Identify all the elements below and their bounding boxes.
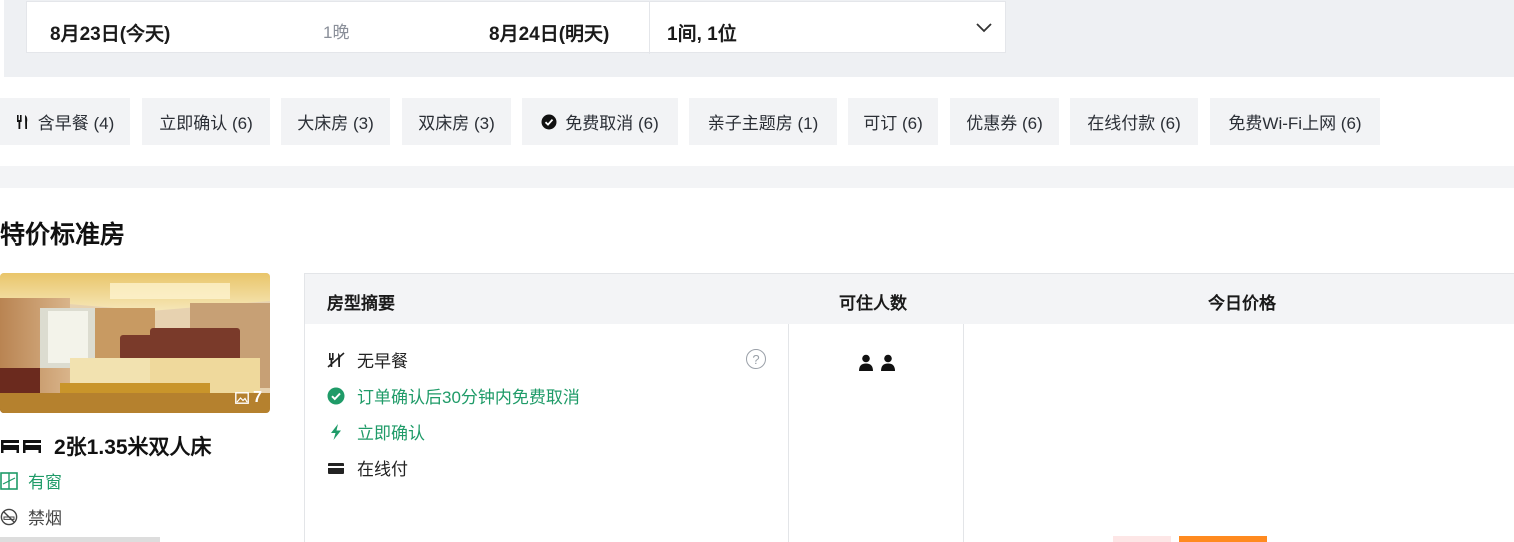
column-divider — [788, 324, 789, 542]
photo-count: 7 — [253, 389, 262, 406]
person-icon — [859, 354, 873, 371]
filter-chip-breakfast[interactable]: 含早餐 (4) — [0, 98, 130, 145]
check-circle-icon — [327, 387, 345, 404]
filter-chip-free-wifi[interactable]: 免费Wi-Fi上网 (6) — [1210, 98, 1380, 145]
header-occupancy: 可住人数 — [839, 294, 907, 313]
filter-chip-twin-bed[interactable]: 双床房 (3) — [402, 98, 511, 145]
table-header: 房型摘要 可住人数 今日价格 — [305, 274, 1514, 324]
bed-info: 2张1.35米双人床 — [0, 431, 212, 461]
check-circle-icon — [541, 114, 557, 129]
no-smoking-icon — [0, 508, 18, 525]
no-breakfast-icon — [327, 351, 345, 368]
divider — [649, 2, 650, 54]
occupancy-icons — [858, 354, 896, 372]
search-box: 8月23日(今天) 1晚 8月24日(明天) 1间, 1位 — [26, 1, 1006, 54]
room-photo-image — [0, 273, 270, 413]
filter-chip-label: 免费Wi-Fi上网 (6) — [1228, 114, 1362, 133]
room-type-title: 特价标准房 — [0, 221, 126, 249]
filter-chip-available[interactable]: 可订 (6) — [848, 98, 938, 145]
rate-table: 房型摘要 可住人数 今日价格 无早餐 ? 订单确认后30分钟内免费取消 立即确认 — [304, 273, 1514, 542]
smoking-info: 禁烟 — [0, 504, 62, 529]
nights-count: 1晚 — [323, 23, 350, 42]
filter-chip-label: 在线付款 (6) — [1087, 114, 1181, 133]
chevron-down-icon[interactable] — [973, 16, 995, 38]
filter-chip-label: 立即确认 (6) — [159, 114, 253, 133]
section-divider — [0, 166, 1514, 188]
feature-no-breakfast: 无早餐 — [327, 347, 408, 372]
feature-label: 在线付 — [357, 460, 408, 479]
filter-chip-free-cancel[interactable]: 免费取消 (6) — [522, 98, 678, 145]
filter-chip-king-bed[interactable]: 大床房 (3) — [281, 98, 390, 145]
column-divider — [963, 324, 964, 542]
filter-chip-label: 双床房 (3) — [418, 114, 495, 133]
feature-label: 立即确认 — [357, 424, 425, 443]
smoking-label: 禁烟 — [28, 509, 62, 528]
window-label: 有窗 — [28, 473, 62, 492]
filter-chip-label: 大床房 (3) — [297, 114, 374, 133]
card-icon — [328, 462, 344, 474]
filter-chip-family-room[interactable]: 亲子主题房 (1) — [689, 98, 837, 145]
room-photo[interactable]: 7 — [0, 273, 270, 413]
fork-knife-icon — [16, 114, 27, 129]
window-icon — [0, 471, 18, 490]
promo-tag — [1179, 536, 1267, 542]
window-info: 有窗 — [0, 468, 62, 493]
rooms-guests-selector[interactable]: 1间, 1位 — [667, 19, 737, 46]
person-icon — [881, 354, 895, 371]
bed-label: 2张1.35米双人床 — [54, 436, 212, 459]
feature-label: 无早餐 — [357, 352, 408, 371]
checkin-date[interactable]: 8月23日(今天) — [50, 19, 170, 46]
filter-chip-online-pay[interactable]: 在线付款 (6) — [1070, 98, 1198, 145]
filter-chip-label: 优惠券 (6) — [966, 114, 1043, 133]
lightning-icon — [331, 423, 341, 440]
filter-chip-label: 免费取消 (6) — [565, 114, 659, 133]
search-bar-area: 8月23日(今天) 1晚 8月24日(明天) 1间, 1位 — [4, 0, 1514, 77]
photo-count-badge[interactable]: 7 — [235, 389, 262, 407]
header-today-price: 今日价格 — [1208, 294, 1276, 313]
twin-bed-icon — [1, 440, 41, 453]
filter-chip-coupon[interactable]: 优惠券 (6) — [950, 98, 1059, 145]
help-icon[interactable]: ? — [746, 349, 766, 369]
promo-tag — [1113, 536, 1171, 542]
feature-instant-confirm: 立即确认 — [327, 419, 425, 444]
filter-chip-instant-confirm[interactable]: 立即确认 (6) — [142, 98, 270, 145]
filter-chip-label: 含早餐 (4) — [37, 114, 115, 133]
header-room-summary: 房型摘要 — [327, 294, 395, 313]
feature-label: 订单确认后30分钟内免费取消 — [357, 388, 580, 407]
feature-online-pay: 在线付 — [327, 455, 408, 480]
checkout-date[interactable]: 8月24日(明天) — [489, 19, 609, 46]
filter-chip-label: 亲子主题房 (1) — [707, 114, 819, 133]
image-icon — [235, 392, 249, 404]
filter-chip-label: 可订 (6) — [863, 114, 923, 133]
truncated-info-row — [0, 537, 160, 542]
feature-free-cancel: 订单确认后30分钟内免费取消 — [327, 383, 580, 408]
